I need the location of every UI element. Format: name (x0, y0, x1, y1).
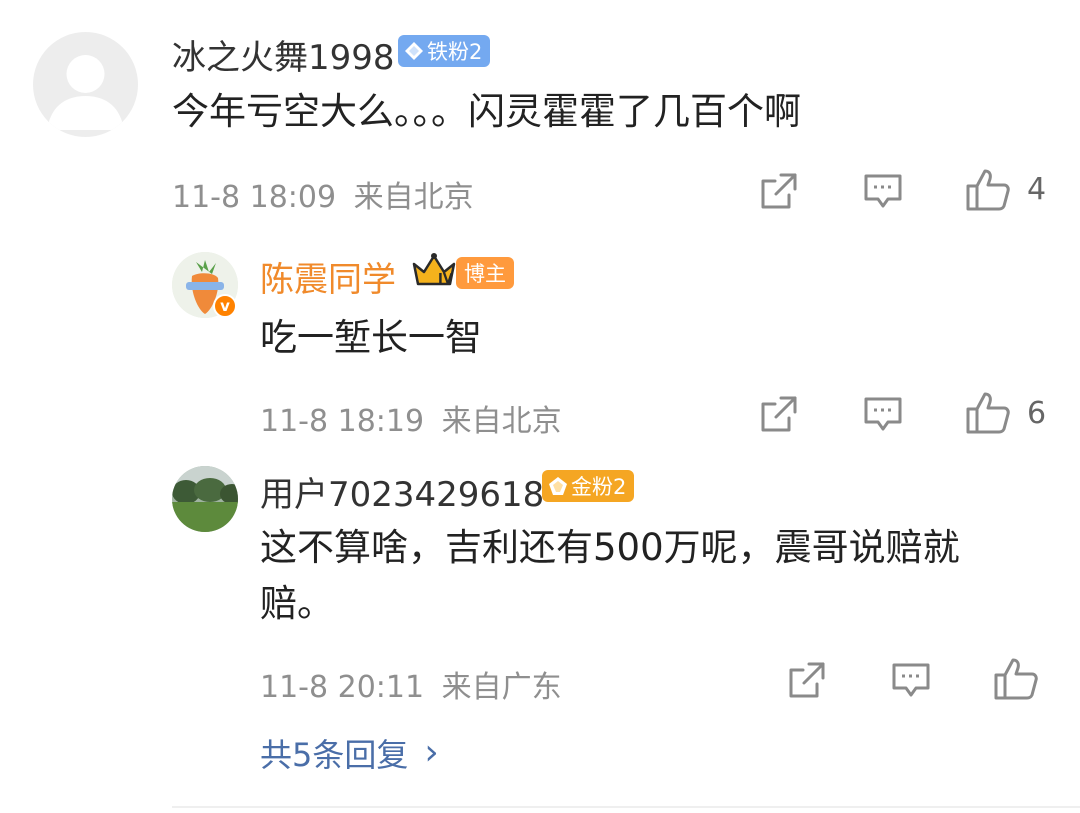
comment-time: 11-8 18:09 (172, 180, 337, 215)
reply-meta-1: 11-8 18:19 来自北京 (260, 396, 562, 440)
share-button[interactable] (787, 660, 827, 700)
gold-gem-icon (549, 477, 567, 495)
thumbs-up-icon (966, 392, 1010, 434)
more-replies-link[interactable]: 共5条回复 › (260, 730, 439, 776)
thumbs-up-icon (994, 658, 1038, 700)
reply-text-2-line2: 赔。 (260, 582, 334, 625)
diamond-icon (405, 42, 423, 60)
crown-badge: IV (410, 252, 458, 290)
comment-text: 今年亏空大么。。。闪灵霍霍了几百个啊 (172, 90, 801, 133)
like-button[interactable] (993, 657, 1039, 701)
reply-button[interactable] (863, 171, 903, 211)
reply-text-1: 吃一堑长一智 (260, 316, 482, 359)
fan-badge-label: 金粉2 (571, 475, 627, 499)
reply-location-1: 来自北京 (441, 404, 562, 439)
reply-text-2-line1: 这不算啥，吉利还有500万呢，震哥说赔就 (260, 526, 960, 569)
reply-text-2: 这不算啥，吉利还有500万呢，震哥说赔就 赔。 (260, 520, 1060, 632)
divider (172, 806, 1080, 808)
like-count: 6 (1027, 396, 1047, 431)
avatar-commenter[interactable] (33, 32, 138, 137)
comment-icon (864, 174, 902, 208)
commenter-username[interactable]: 冰之火舞1998 (172, 30, 395, 79)
fan-badge-gold: 金粉2 (542, 470, 635, 502)
chevron-right-icon: › (424, 732, 439, 773)
reply-time-2: 11-8 20:11 (260, 670, 425, 705)
thumbs-up-icon (966, 169, 1010, 211)
like-button[interactable] (965, 391, 1011, 435)
blogger-badge: 博主 (456, 257, 514, 289)
crown-level: IV (438, 272, 453, 287)
user-username[interactable]: 用户7023429618 (260, 467, 544, 516)
share-button[interactable] (759, 171, 799, 211)
blogger-username[interactable]: 陈震同学 (260, 252, 396, 301)
avatar-user[interactable] (172, 466, 238, 532)
default-avatar-icon (47, 55, 124, 130)
fan-badge-tie: 铁粉2 (398, 35, 491, 67)
verified-mark: v (220, 296, 230, 315)
comment-location: 来自北京 (353, 180, 474, 215)
landscape-avatar-icon (172, 466, 238, 532)
reply-button[interactable] (863, 394, 903, 434)
reply-location-2: 来自广东 (441, 670, 562, 705)
comment-icon (864, 397, 902, 431)
reply-button[interactable] (891, 660, 931, 700)
comment-meta: 11-8 18:09 来自北京 (172, 172, 474, 216)
share-icon (789, 662, 825, 698)
like-button[interactable] (965, 168, 1011, 212)
fan-badge-label: 铁粉2 (427, 40, 483, 64)
share-button[interactable] (759, 394, 799, 434)
comment-icon (892, 663, 930, 697)
reply-time-1: 11-8 18:19 (260, 404, 425, 439)
share-icon (761, 173, 797, 209)
like-count: 4 (1027, 172, 1047, 207)
share-icon (761, 396, 797, 432)
more-replies-label: 共5条回复 (260, 736, 409, 774)
reply-meta-2: 11-8 20:11 来自广东 (260, 662, 562, 706)
verified-icon: v (213, 294, 237, 318)
